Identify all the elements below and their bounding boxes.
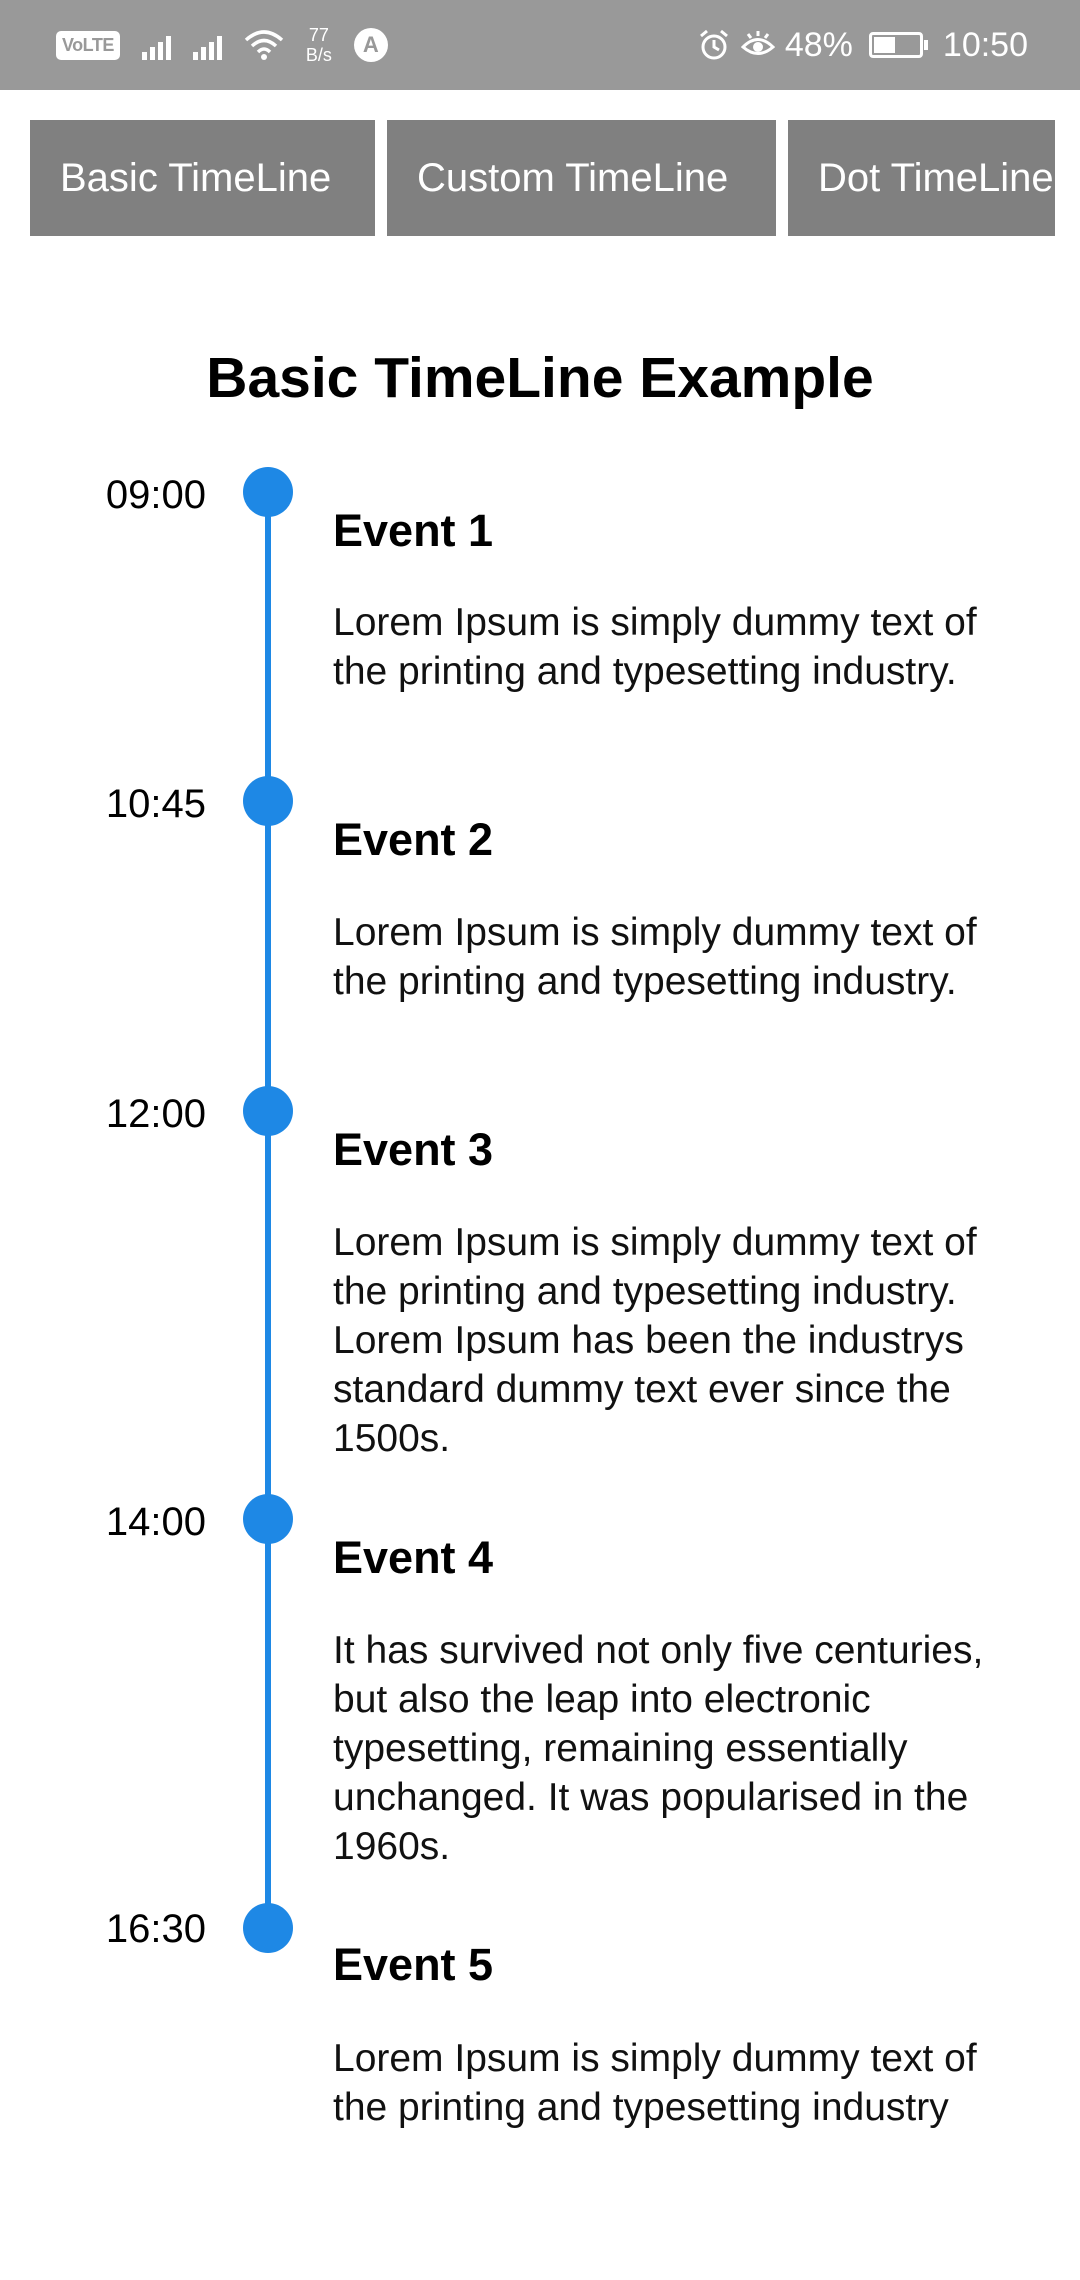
event-time: 09:00 — [105, 473, 206, 517]
timeline-dot — [243, 1086, 293, 1136]
page-title: Basic TimeLine Example — [206, 346, 874, 410]
eye-comfort-icon — [740, 31, 775, 55]
timeline-type-tabs: Basic TimeLine Custom TimeLine Dot TimeL… — [30, 120, 1055, 236]
volte-icon: VoLTE — [56, 30, 120, 60]
event-title: Event 4 — [333, 1532, 494, 1583]
timeline-dot — [243, 776, 293, 826]
status-bar-left: VoLTE 77 B/s A — [56, 0, 388, 90]
event-description: Lorem Ipsum is simply dummy text of the … — [333, 601, 977, 693]
status-bar-right: 48% 10:50 — [697, 0, 1028, 90]
battery-level-fill — [873, 37, 896, 53]
timeline-dot — [243, 1494, 293, 1544]
network-speed-value: 77 — [308, 25, 329, 45]
screen: VoLTE 77 B/s A 48% 10:50 Basic TimeLine … — [0, 0, 1080, 2280]
timeline-dot — [243, 467, 293, 517]
event-title: Event 2 — [333, 814, 494, 865]
network-speed: 77 B/s — [306, 25, 332, 65]
event-description: It has survived not only five centuries,… — [333, 1629, 984, 1868]
event-description: Lorem Ipsum is simply dummy text of the … — [333, 2037, 977, 2129]
status-bar: VoLTE 77 B/s A 48% 10:50 — [0, 0, 1080, 90]
clock: 10:50 — [942, 25, 1028, 64]
event-title: Event 3 — [333, 1124, 494, 1175]
network-speed-unit: B/s — [305, 45, 332, 65]
battery-icon — [868, 32, 928, 58]
battery-percentage: 48% — [784, 25, 853, 64]
event-time: 16:30 — [105, 1907, 206, 1951]
tab-dot-timeline[interactable]: Dot TimeLine — [788, 120, 1055, 236]
event-time: 10:45 — [105, 782, 206, 826]
wifi-icon — [244, 30, 283, 60]
timeline-line — [265, 492, 271, 1929]
tab-custom-timeline[interactable]: Custom TimeLine — [387, 120, 776, 236]
event-description: Lorem Ipsum is simply dummy text of the … — [333, 1221, 977, 1460]
tab-basic-timeline[interactable]: Basic TimeLine — [30, 120, 375, 236]
signal-icon — [141, 30, 171, 60]
event-description: Lorem Ipsum is simply dummy text of the … — [333, 911, 977, 1003]
signal-icon-2 — [192, 30, 222, 60]
event-time: 14:00 — [105, 1500, 206, 1544]
app-notification-icon: A — [353, 28, 388, 62]
event-time: 12:00 — [105, 1092, 206, 1136]
timeline-dot — [243, 1903, 293, 1953]
event-title: Event 1 — [333, 505, 494, 556]
event-title: Event 5 — [333, 1939, 494, 1990]
alarm-icon — [699, 29, 728, 60]
